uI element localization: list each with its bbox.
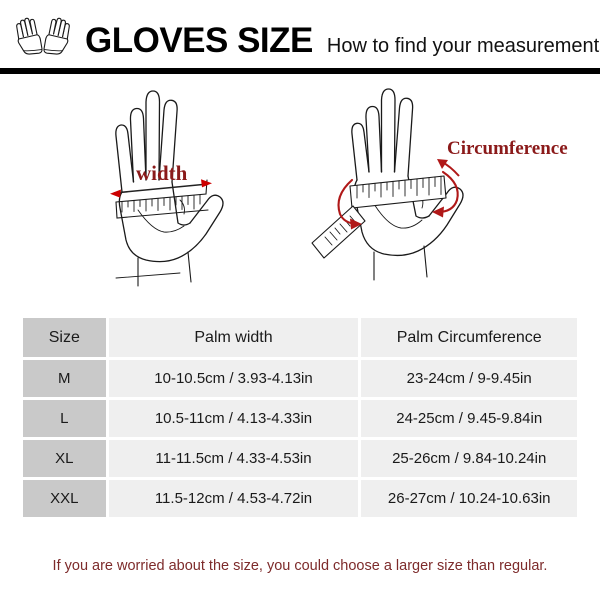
table-row: M 10-10.5cm / 3.93-4.13in 23-24cm / 9-9.… xyxy=(23,360,577,397)
cell-size: XXL xyxy=(23,480,106,517)
cell-palm-circumference: 26-27cm / 10.24-10.63in xyxy=(361,480,577,517)
cell-size: XL xyxy=(23,440,106,477)
cell-palm-width: 11-11.5cm / 4.33-4.53in xyxy=(108,440,359,477)
title-block: GLOVES SIZE How to find your measurement… xyxy=(85,22,600,60)
palm-circumference-diagram: Circumference xyxy=(300,80,585,295)
cell-palm-width: 10-10.5cm / 3.93-4.13in xyxy=(108,360,359,397)
page-header: GLOVES SIZE How to find your measurement… xyxy=(0,0,600,74)
header-divider-bar xyxy=(0,68,600,74)
cell-palm-width: 10.5-11cm / 4.13-4.33in xyxy=(108,400,359,437)
cell-palm-circumference: 24-25cm / 9.45-9.84in xyxy=(361,400,577,437)
width-label: width xyxy=(136,161,188,185)
gloves-size-chart-page: GLOVES SIZE How to find your measurement… xyxy=(0,0,600,600)
cell-palm-circumference: 23-24cm / 9-9.45in xyxy=(361,360,577,397)
column-header-palm-circumference: Palm Circumference xyxy=(361,318,577,357)
table-header-row: Size Palm width Palm Circumference xyxy=(23,318,577,357)
palm-width-diagram: width xyxy=(60,80,310,295)
gloves-pair-icon xyxy=(8,16,78,64)
table-row: XXL 11.5-12cm / 4.53-4.72in 26-27cm / 10… xyxy=(23,480,577,517)
cell-palm-width: 11.5-12cm / 4.53-4.72in xyxy=(108,480,359,517)
size-chart-table: Size Palm width Palm Circumference M 10-… xyxy=(20,315,580,520)
page-title: GLOVES SIZE xyxy=(85,21,313,60)
measurement-diagrams: width Circumference xyxy=(0,80,600,295)
cell-size: L xyxy=(23,400,106,437)
table-row: XL 11-11.5cm / 4.33-4.53in 25-26cm / 9.8… xyxy=(23,440,577,477)
column-header-palm-width: Palm width xyxy=(108,318,359,357)
page-subtitle: How to find your measurements xyxy=(326,35,600,57)
cell-palm-circumference: 25-26cm / 9.84-10.24in xyxy=(361,440,577,477)
cell-size: M xyxy=(23,360,106,397)
table-row: L 10.5-11cm / 4.13-4.33in 24-25cm / 9.45… xyxy=(23,400,577,437)
circumference-label: Circumference xyxy=(447,138,568,159)
column-header-size: Size xyxy=(23,318,106,357)
footer-note: If you are worried about the size, you c… xyxy=(52,558,548,574)
